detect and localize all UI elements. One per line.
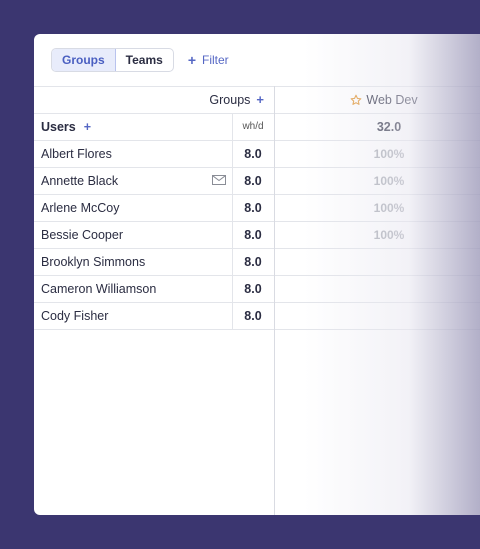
groups-header: Groups + bbox=[34, 86, 274, 113]
allocation-cell[interactable]: 100% bbox=[274, 167, 480, 194]
groups-header-label: Groups bbox=[209, 92, 251, 107]
user-name[interactable]: Brooklyn Simmons bbox=[34, 248, 232, 275]
user-name[interactable]: Bessie Cooper bbox=[34, 221, 232, 248]
user-hours[interactable]: 8.0 bbox=[232, 302, 274, 329]
tab-groups[interactable]: Groups bbox=[52, 49, 116, 71]
allocation-cell[interactable]: 100% bbox=[274, 221, 480, 248]
allocation-grid: Groups + Web Dev Users + wh/d 32.0 Alber… bbox=[34, 86, 480, 515]
users-header-label: Users bbox=[41, 119, 76, 134]
mail-icon[interactable] bbox=[212, 175, 226, 185]
user-name[interactable]: Cody Fisher bbox=[34, 302, 232, 329]
add-group-icon[interactable]: + bbox=[256, 92, 264, 107]
view-switch: Groups Teams bbox=[51, 48, 174, 72]
user-hours[interactable]: 8.0 bbox=[232, 221, 274, 248]
user-name[interactable]: Cameron Williamson bbox=[34, 275, 232, 302]
user-name[interactable]: Arlene McCoy bbox=[34, 194, 232, 221]
star-icon[interactable] bbox=[350, 94, 362, 106]
plus-icon: + bbox=[187, 52, 196, 68]
main-card: Groups Teams + Filter Groups + Web Dev U… bbox=[34, 34, 480, 515]
user-name[interactable]: Albert Flores bbox=[34, 140, 232, 167]
group-total: 32.0 bbox=[376, 119, 402, 134]
tab-teams[interactable]: Teams bbox=[116, 49, 173, 71]
user-hours[interactable]: 8.0 bbox=[232, 275, 274, 302]
group-column-header[interactable]: Web Dev bbox=[274, 86, 480, 113]
user-hours[interactable]: 8.0 bbox=[232, 248, 274, 275]
allocation-cell[interactable] bbox=[274, 302, 480, 329]
allocation-cell[interactable] bbox=[274, 248, 480, 275]
user-name[interactable]: Annette Black bbox=[34, 167, 232, 194]
users-header: Users + bbox=[34, 113, 232, 140]
allocation-cell[interactable]: 100% bbox=[274, 194, 480, 221]
toolbar: Groups Teams + Filter bbox=[34, 34, 480, 86]
group-column-label: Web Dev bbox=[366, 92, 418, 107]
hours-header: wh/d bbox=[242, 121, 264, 132]
user-hours[interactable]: 8.0 bbox=[232, 140, 274, 167]
user-hours[interactable]: 8.0 bbox=[232, 194, 274, 221]
filter-label: Filter bbox=[202, 53, 229, 67]
filter-button[interactable]: + Filter bbox=[188, 52, 229, 68]
allocation-cell[interactable]: 100% bbox=[274, 140, 480, 167]
allocation-cell[interactable] bbox=[274, 275, 480, 302]
add-user-icon[interactable]: + bbox=[84, 120, 91, 134]
user-hours[interactable]: 8.0 bbox=[232, 167, 274, 194]
